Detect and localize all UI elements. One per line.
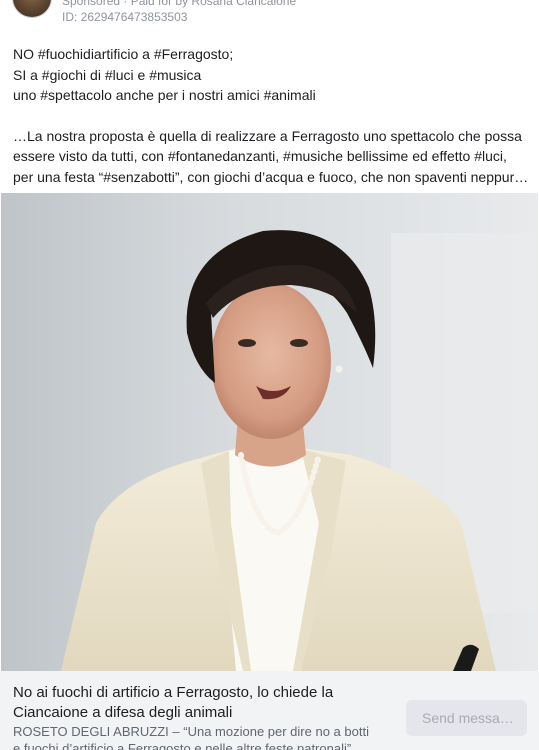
post-header: Sponsored · Paid for by Rosaria Ciancaio… xyxy=(0,0,539,30)
advertiser-avatar[interactable] xyxy=(12,0,52,18)
send-message-button[interactable]: Send messa… xyxy=(406,700,527,736)
post-text-line: SI a #giochi di #luci e #musica xyxy=(13,66,202,83)
post-text-line: per una festa “#senzabotti”, con giochi … xyxy=(13,168,529,185)
link-preview[interactable]: No ai fuochi di artificio a Ferragosto, … xyxy=(0,671,539,750)
link-title[interactable]: No ai fuochi di artificio a Ferragosto, … xyxy=(13,683,393,723)
link-description-line: ROSETO DEGLI ABRUZZI – “Una mozione per … xyxy=(13,724,369,739)
link-description-line: e fuochi d’artificio a Ferragosto e nell… xyxy=(13,741,352,750)
post-text-spacer xyxy=(13,106,529,126)
post-image[interactable] xyxy=(1,193,538,671)
post-text: NO #fuochidiartificio a #Ferragosto; SI … xyxy=(13,44,529,187)
sponsored-label: Sponsored · Paid for by Rosaria Ciancaio… xyxy=(62,0,297,8)
post-text-line: …La nostra proposta è quella di realizza… xyxy=(13,127,522,144)
link-description: ROSETO DEGLI ABRUZZI – “Una mozione per … xyxy=(13,723,393,750)
post-text-line: uno #spettacolo anche per i nostri amici… xyxy=(13,87,316,103)
post-id: ID: 2629476473853503 xyxy=(62,10,188,24)
post-text-line: NO #fuochidiartificio a #Ferragosto; xyxy=(13,46,234,62)
post-text-line: essere visto da tutti, con #fontanedanza… xyxy=(13,148,507,164)
portrait-photo xyxy=(1,193,538,671)
